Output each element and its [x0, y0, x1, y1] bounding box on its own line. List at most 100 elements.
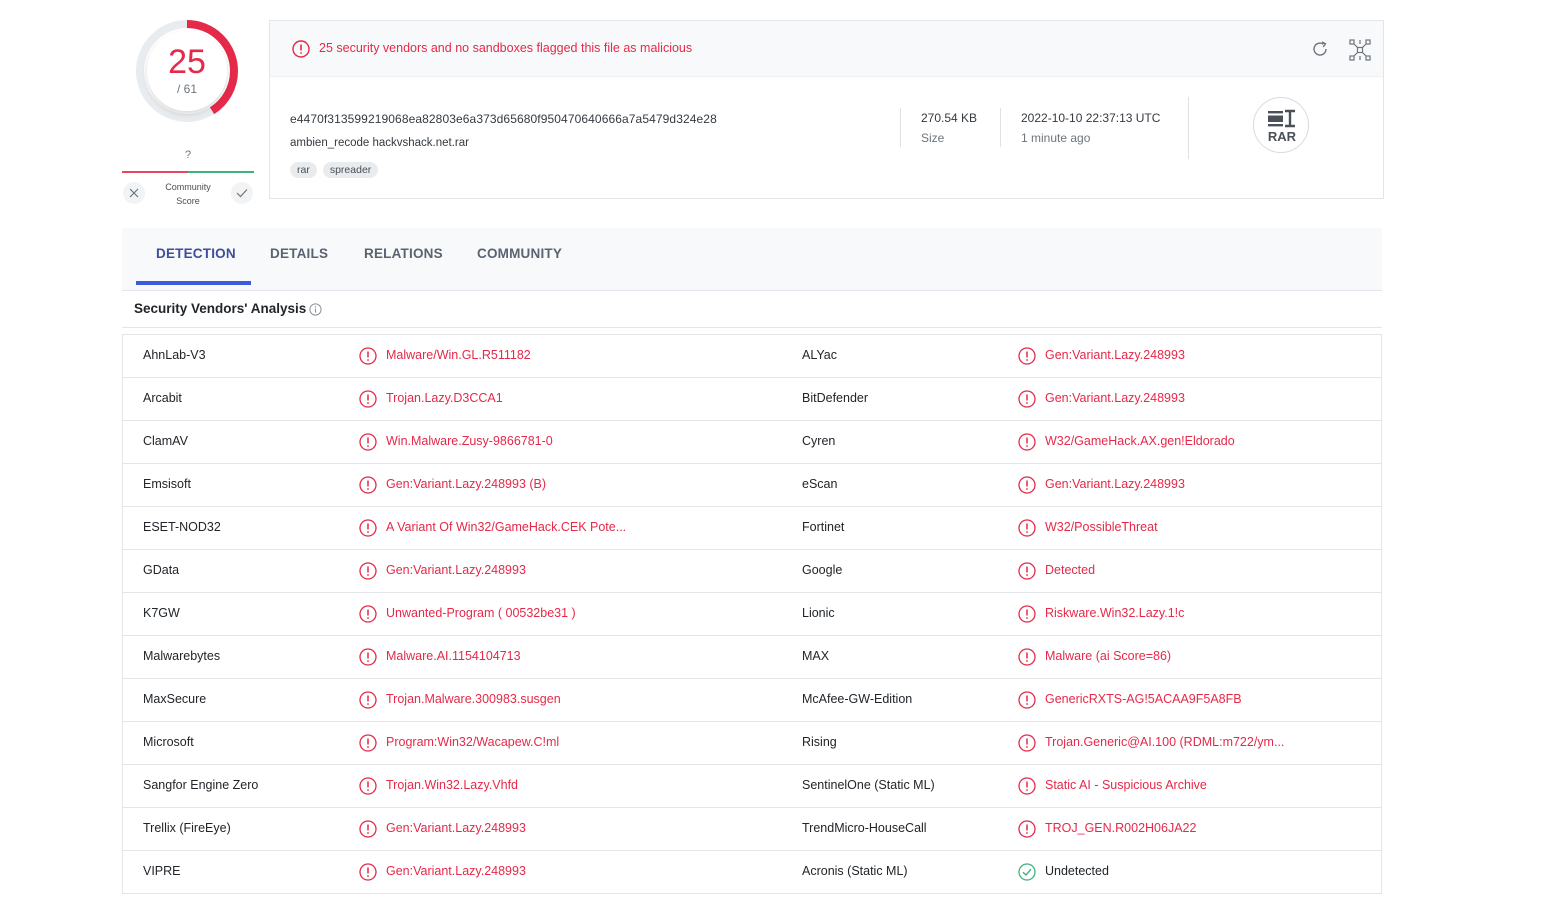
detection-alert-bar: 25 security vendors and no sandboxes fla… — [270, 21, 1383, 77]
detection-result: A Variant Of Win32/GameHack.CEK Pote... — [386, 520, 627, 534]
alert-circle-icon — [359, 863, 377, 886]
active-tab-indicator — [136, 281, 251, 285]
alert-circle-icon — [359, 390, 377, 413]
detection-result: Win.Malware.Zusy-9866781-0 — [386, 434, 553, 448]
detection-result: Gen:Variant.Lazy.248993 — [1045, 391, 1185, 405]
table-row: AhnLab-V3 Malware/Win.GL.R511182 ALYac Gen:… — [123, 335, 1381, 378]
detection-result: Unwanted-Program ( 00532be31 ) — [386, 606, 576, 620]
vendor-name: Sangfor Engine Zero — [143, 778, 259, 792]
alert-circle-icon — [1018, 390, 1036, 413]
detection-result: Detected — [1045, 563, 1096, 577]
vendor-name: MAX — [802, 649, 830, 663]
file-size-label: Size — [921, 131, 945, 145]
vendor-name: Malwarebytes — [143, 649, 221, 663]
vendor-name: Microsoft — [143, 735, 194, 749]
detection-gauge: 25 / 61 — [134, 18, 240, 124]
alert-circle-icon — [1018, 562, 1036, 585]
community-score-label: Community Score — [152, 180, 224, 208]
alert-circle-icon — [359, 820, 377, 843]
vendor-name: TrendMicro-HouseCall — [802, 821, 927, 835]
vendor-name: Trellix (FireEye) — [143, 821, 231, 835]
vendor-name: ESET-NOD32 — [143, 520, 221, 534]
graph-view-icon[interactable] — [1348, 38, 1372, 67]
tab-community[interactable]: COMMUNITY — [477, 246, 562, 261]
alert-circle-icon — [292, 40, 310, 63]
detection-result: Malware/Win.GL.R511182 — [386, 348, 531, 362]
analysis-relative-time: 1 minute ago — [1021, 131, 1091, 145]
detection-result: Gen:Variant.Lazy.248993 — [1045, 477, 1185, 491]
detection-result: W32/PossibleThreat — [1045, 520, 1158, 534]
vendor-name: Emsisoft — [143, 477, 191, 491]
alert-circle-icon — [1018, 433, 1036, 456]
tag-rar[interactable]: rar — [290, 162, 317, 178]
info-icon[interactable] — [309, 303, 322, 321]
detection-alert-text: 25 security vendors and no sandboxes fla… — [319, 41, 693, 55]
table-row: Emsisoft Gen:Variant.Lazy.248993 (B) eScan… — [123, 464, 1381, 507]
vendor-name: Arcabit — [143, 391, 182, 405]
section-title: Security Vendors' Analysis — [134, 301, 307, 316]
file-hash[interactable]: e4470f313599219068ea82803e6a373d65680f95… — [290, 112, 717, 126]
detection-result: Trojan.Win32.Lazy.Vhfd — [386, 778, 519, 792]
alert-circle-icon — [359, 734, 377, 757]
vote-harmful-button[interactable] — [123, 182, 145, 204]
alert-circle-icon — [1018, 605, 1036, 628]
detection-count: 25 — [168, 43, 206, 81]
alert-circle-icon — [1018, 347, 1036, 370]
vendor-name: Google — [802, 563, 843, 577]
vote-harmless-button[interactable] — [231, 182, 253, 204]
tab-relations[interactable]: RELATIONS — [364, 246, 443, 261]
alert-circle-icon — [359, 605, 377, 628]
divider — [900, 108, 901, 147]
vendor-name: Rising — [802, 735, 837, 749]
vendor-name: K7GW — [143, 606, 180, 620]
section-divider — [122, 327, 1382, 328]
detection-result: Gen:Variant.Lazy.248993 — [386, 864, 526, 878]
archive-icon — [1268, 109, 1295, 128]
divider — [1188, 97, 1189, 159]
tab-details[interactable]: DETAILS — [270, 246, 328, 261]
community-bar-positive — [188, 171, 254, 173]
detection-result: Malware (ai Score=86) — [1045, 649, 1172, 663]
vendor-name: ClamAV — [143, 434, 188, 448]
table-row: Malwarebytes Malware.AI.1154104713 MAX Malw… — [123, 636, 1381, 679]
table-row: VIPRE Gen:Variant.Lazy.248993 Acronis (Sta… — [123, 851, 1381, 894]
vendor-name: BitDefender — [802, 391, 869, 405]
check-circle-icon — [1018, 863, 1036, 886]
community-score-value: ? — [184, 149, 192, 161]
detection-result: Gen:Variant.Lazy.248993 — [386, 821, 526, 835]
alert-circle-icon — [359, 562, 377, 585]
vendor-name: eScan — [802, 477, 838, 491]
engine-total: / 61 — [176, 82, 197, 96]
table-row: ClamAV Win.Malware.Zusy-9866781-0 Cyren W32… — [123, 421, 1381, 464]
table-row: Microsoft Program:Win32/Wacapew.C!ml Risin… — [123, 722, 1381, 765]
reanalyze-icon[interactable] — [1310, 39, 1330, 64]
analysis-date-value: 2022-10-10 22:37:13 UTC — [1021, 111, 1161, 125]
vendor-name: Cyren — [802, 434, 836, 448]
vendor-name: AhnLab-V3 — [143, 348, 206, 362]
table-row: MaxSecure Trojan.Malware.300983.susgen McA… — [123, 679, 1381, 722]
checkmark-icon — [236, 189, 248, 198]
alert-circle-icon — [359, 691, 377, 714]
detection-result: GenericRXTS-AG!5ACAA9F5A8FB — [1045, 692, 1242, 706]
detection-result: Malware.AI.1154104713 — [386, 649, 521, 663]
alert-circle-icon — [359, 777, 377, 800]
alert-circle-icon — [359, 519, 377, 542]
divider — [1000, 108, 1001, 147]
vendor-name: McAfee-GW-Edition — [802, 692, 913, 706]
detection-result: Riskware.Win32.Lazy.1!c — [1045, 606, 1185, 620]
alert-circle-icon — [1018, 519, 1036, 542]
tab-detection[interactable]: DETECTION — [156, 246, 236, 261]
vendor-name: Lionic — [802, 606, 835, 620]
file-size-value: 270.54 KB — [921, 111, 978, 125]
detection-result: Trojan.Malware.300983.susgen — [386, 692, 561, 706]
community-label-line1: Community — [165, 182, 211, 192]
vendor-name: SentinelOne (Static ML) — [802, 778, 935, 792]
table-row: GData Gen:Variant.Lazy.248993 Google Detect… — [123, 550, 1381, 593]
alert-circle-icon — [359, 476, 377, 499]
alert-circle-icon — [359, 347, 377, 370]
vendor-name: VIPRE — [143, 864, 181, 878]
file-type-label: RAR — [1267, 129, 1297, 144]
detection-result: Trojan.Lazy.D3CCA1 — [386, 391, 503, 405]
community-bar-negative — [122, 171, 188, 173]
tag-spreader[interactable]: spreader — [322, 162, 379, 178]
